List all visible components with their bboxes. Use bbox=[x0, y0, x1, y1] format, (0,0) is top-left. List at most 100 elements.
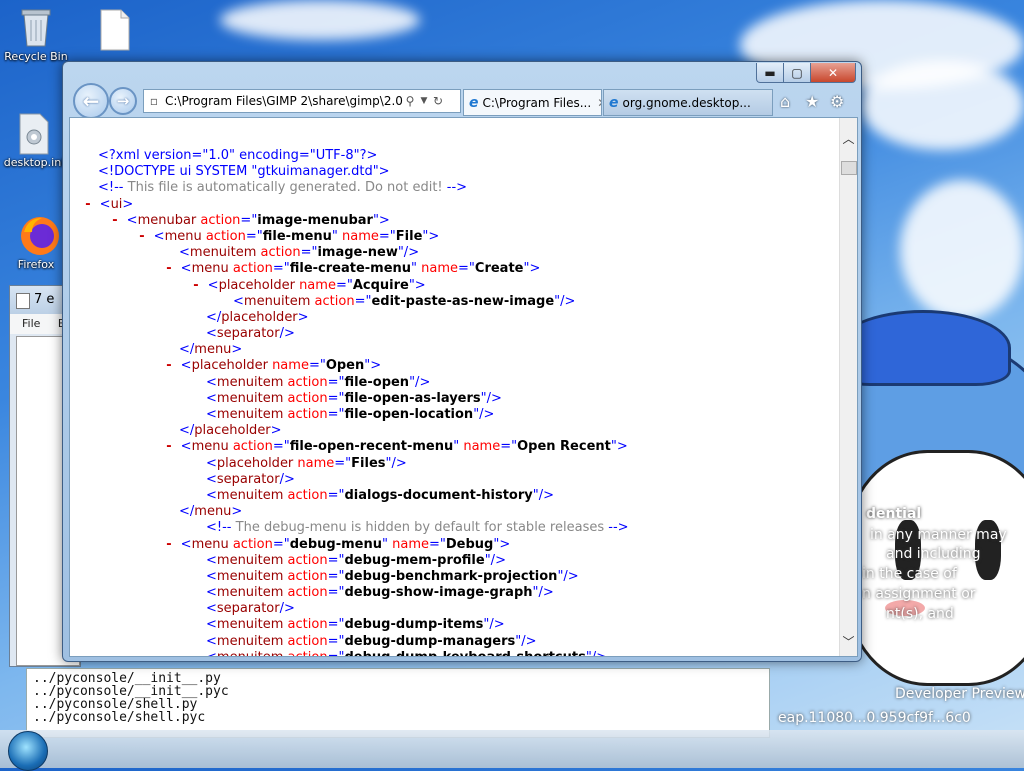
taskbar bbox=[0, 730, 1024, 768]
xml-line: </placeholder> bbox=[84, 310, 629, 326]
xml-token: > bbox=[270, 423, 282, 439]
xml-token: < bbox=[206, 633, 217, 649]
tab-label: org.gnome.desktop... bbox=[622, 95, 751, 110]
xml-token: The debug-menu is hidden by default for … bbox=[231, 520, 609, 536]
xml-token: action bbox=[228, 536, 273, 552]
scroll-up-icon[interactable]: ︿ bbox=[840, 130, 857, 147]
xml-token: < bbox=[206, 326, 217, 342]
xml-line: <menuitem action="debug-dump-managers"/> bbox=[84, 634, 629, 650]
xml-token: =" bbox=[327, 407, 345, 422]
xml-token: debug-dump-managers bbox=[344, 633, 516, 649]
vertical-scrollbar[interactable]: ︿ ﹀ bbox=[839, 118, 857, 656]
start-button[interactable] bbox=[8, 731, 48, 771]
collapse-toggle[interactable]: - bbox=[165, 537, 181, 552]
xml-line: - <ui> bbox=[84, 197, 629, 213]
maximize-button[interactable]: ▢ bbox=[783, 63, 811, 83]
wallpaper-line: and including bbox=[886, 546, 981, 562]
xml-line: - <menu action="file-create-menu" name="… bbox=[84, 261, 629, 277]
xml-token: =" bbox=[327, 390, 345, 406]
xml-token: separator bbox=[216, 471, 280, 487]
address-text[interactable]: C:\Program Files\GIMP 2\share\gimp\2.0\m… bbox=[161, 94, 403, 108]
xml-line: <!-- The debug-menu is hidden by default… bbox=[84, 520, 629, 536]
xml-token: =" bbox=[458, 261, 475, 277]
search-icon[interactable]: ⚲ bbox=[403, 94, 417, 108]
xml-token: action bbox=[196, 212, 241, 228]
close-tab-icon[interactable]: ✕ bbox=[597, 96, 601, 110]
xml-token: =" bbox=[327, 633, 345, 649]
scroll-down-icon[interactable]: ﹀ bbox=[840, 633, 857, 650]
console-output[interactable]: ../pyconsole/__init__.py ../pyconsole/__… bbox=[26, 668, 770, 738]
refresh-icon[interactable]: ↻ bbox=[431, 94, 445, 108]
xml-token: --> bbox=[446, 180, 468, 196]
home-icon[interactable]: ⌂ bbox=[780, 92, 790, 111]
xml-token: </ bbox=[206, 309, 222, 325]
collapse-toggle[interactable]: - bbox=[111, 213, 127, 228]
xml-token: < bbox=[180, 358, 192, 374]
xml-line: <menuitem action="dialogs-document-histo… bbox=[84, 488, 629, 504]
xml-token: < bbox=[233, 293, 244, 309]
xml-token: =" bbox=[327, 585, 345, 601]
xml-token: name bbox=[337, 228, 379, 244]
xml-token: "/> bbox=[409, 374, 431, 390]
xml-line: - <placeholder name="Acquire"> bbox=[84, 278, 629, 294]
xml-token: "/> bbox=[484, 552, 506, 568]
xml-line: <menuitem action="file-open-location"/> bbox=[84, 407, 629, 423]
xml-line: </menu> bbox=[84, 342, 629, 358]
xml-token: action bbox=[283, 617, 328, 633]
collapse-toggle[interactable]: - bbox=[84, 197, 100, 212]
desktop-icon-file[interactable] bbox=[83, 8, 147, 52]
xml-token: "/> bbox=[480, 390, 502, 406]
close-button[interactable]: ✕ bbox=[810, 63, 856, 83]
collapse-toggle[interactable]: - bbox=[192, 278, 208, 293]
xml-token: =" bbox=[354, 293, 372, 309]
scroll-thumb[interactable] bbox=[841, 161, 857, 175]
xml-token: name bbox=[293, 455, 335, 471]
favorites-star-icon[interactable]: ★ bbox=[805, 92, 819, 111]
xml-token: debug-benchmark-projection bbox=[344, 568, 558, 584]
collapse-toggle[interactable]: - bbox=[138, 229, 154, 244]
xml-token: "> bbox=[493, 536, 511, 552]
wallpaper-cloud bbox=[220, 0, 420, 40]
desktop-icon-label: Recycle Bin bbox=[4, 50, 68, 63]
xml-token: file-open bbox=[344, 374, 410, 390]
collapse-toggle[interactable]: - bbox=[165, 439, 181, 454]
notepad-menu-file[interactable]: File bbox=[22, 317, 40, 330]
xml-token: "> bbox=[372, 212, 390, 228]
desktop-icon-recycle-bin[interactable]: Recycle Bin bbox=[4, 6, 68, 63]
xml-token: =" bbox=[327, 487, 345, 503]
xml-token: menuitem bbox=[216, 585, 284, 601]
gear-icon[interactable]: ⚙ bbox=[830, 92, 844, 111]
xml-token: debug-menu bbox=[289, 536, 382, 552]
xml-token: image-new bbox=[317, 245, 398, 261]
xml-token: </ bbox=[179, 342, 195, 358]
xml-line: <separator/> bbox=[84, 601, 629, 617]
xml-token: dialogs-document-history bbox=[344, 487, 533, 503]
xml-token: action bbox=[201, 228, 246, 244]
xml-token: "> bbox=[422, 228, 440, 244]
xml-token: "/> bbox=[554, 293, 576, 309]
minimize-button[interactable]: ▬ bbox=[756, 63, 784, 83]
xml-token: menu bbox=[164, 228, 202, 244]
collapse-toggle[interactable]: - bbox=[165, 261, 181, 276]
xml-token: < bbox=[206, 617, 217, 633]
back-button[interactable]: ← bbox=[73, 83, 109, 119]
collapse-toggle[interactable]: - bbox=[165, 358, 181, 373]
forward-button[interactable]: → bbox=[109, 87, 137, 115]
xml-token: menuitem bbox=[243, 293, 311, 309]
page-content[interactable]: <?xml version="1.0" encoding="UTF-8"?> <!… bbox=[69, 117, 858, 657]
xml-token: Open bbox=[325, 358, 365, 374]
wallpaper-line: nt(s), and bbox=[886, 606, 954, 622]
browser-window[interactable]: ▬ ▢ ✕ ← → ▫ C:\Program Files\GIMP 2\shar… bbox=[62, 61, 862, 662]
wallpaper-line: in any manner may bbox=[870, 527, 1007, 543]
xml-line: <menuitem action="image-new"/> bbox=[84, 245, 629, 261]
xml-token: menu bbox=[194, 504, 232, 520]
tab-gnome-desktop[interactable]: e org.gnome.desktop... bbox=[603, 89, 773, 116]
desktop-icon-firefox[interactable]: Firefox bbox=[4, 214, 68, 271]
xml-token: name bbox=[267, 358, 309, 374]
chevron-down-icon[interactable]: ▼ bbox=[417, 96, 431, 106]
xml-token: <!-- bbox=[206, 520, 232, 536]
desktop-icon-desktop-ini[interactable]: desktop.ini bbox=[2, 112, 66, 169]
address-bar[interactable]: ▫ C:\Program Files\GIMP 2\share\gimp\2.0… bbox=[143, 89, 461, 113]
tab-image-menu[interactable]: e C:\Program Files... ✕ bbox=[463, 89, 602, 116]
xml-token: menuitem bbox=[216, 617, 284, 633]
